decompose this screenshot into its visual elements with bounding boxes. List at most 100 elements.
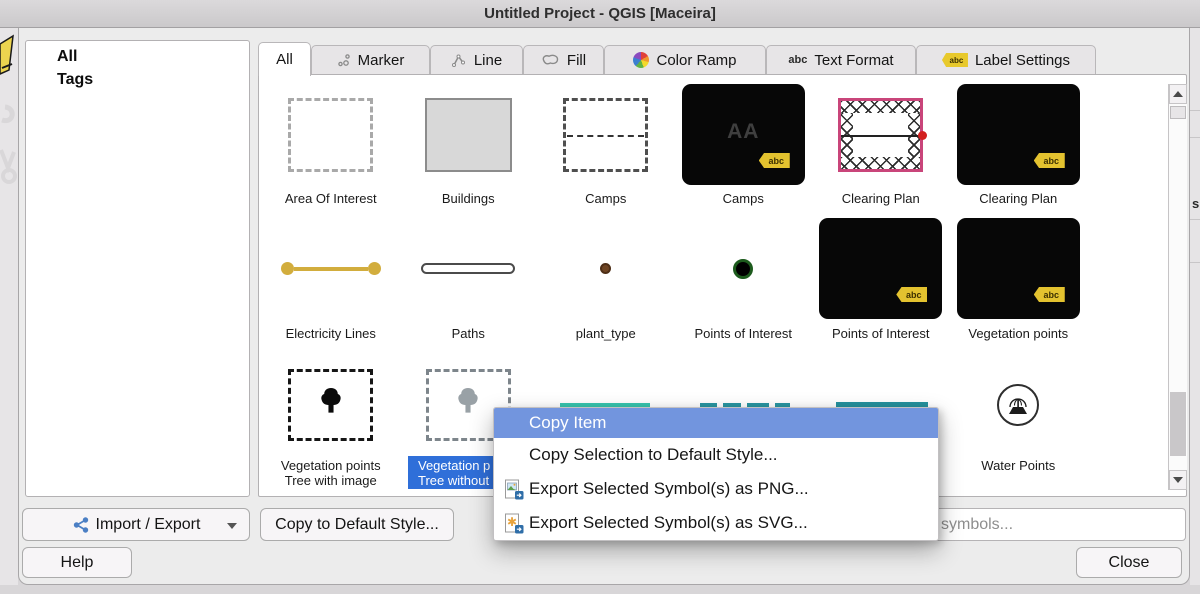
- symbol-label: Clearing Plan: [842, 191, 920, 206]
- symbol-item-vegetation-points-label[interactable]: abc Vegetation points: [950, 217, 1088, 341]
- fountain-icon: [1003, 390, 1033, 420]
- line-vertices-icon: [451, 53, 467, 68]
- symbol-item-plant-type[interactable]: plant_type: [537, 217, 675, 341]
- dropdown-arrow-icon: [227, 523, 237, 529]
- scroll-down-button[interactable]: [1169, 470, 1187, 490]
- tab-label: Color Ramp: [656, 52, 736, 69]
- label-preview-text: AA: [682, 120, 805, 144]
- scroll-up-button[interactable]: [1169, 84, 1187, 104]
- symbol-item-water-points[interactable]: Water Points: [950, 358, 1088, 488]
- tab-label-settings[interactable]: abc Label Settings: [916, 45, 1096, 75]
- menu-item-copy-item[interactable]: Copy Item: [494, 408, 938, 438]
- symbol-item-vegetation-tree-with-image[interactable]: Vegetation points Tree with image: [262, 358, 400, 488]
- menu-item-export-svg[interactable]: ✱ Export Selected Symbol(s) as SVG...: [494, 506, 938, 540]
- symbol-item-points-of-interest-label[interactable]: abc Points of Interest: [812, 217, 950, 341]
- down-arrow-icon: [1173, 477, 1183, 483]
- tab-label: All: [276, 51, 293, 68]
- abc-tag-badge: abc: [896, 287, 927, 302]
- menu-item-label: Copy Item: [529, 413, 606, 433]
- symbol-label: Paths: [452, 326, 485, 341]
- label-preview-symbol: abc: [957, 218, 1080, 319]
- symbol-label: Vegetation points Tree with image: [281, 458, 381, 488]
- symbol-label: Water Points: [981, 458, 1055, 473]
- qgis-style-manager-screen: Untitled Project - QGIS [Maceira] s All …: [0, 0, 1200, 594]
- tags-panel[interactable]: All Tags: [25, 40, 250, 497]
- color-wheel-icon: [633, 52, 649, 68]
- window-titlebar: Untitled Project - QGIS [Maceira]: [0, 0, 1200, 28]
- label-preview-symbol: abc: [819, 218, 942, 319]
- menu-item-label: Export Selected Symbol(s) as SVG...: [529, 513, 808, 533]
- abc-tag-badge: abc: [1034, 153, 1065, 168]
- symbol-label: Vegetation points: [968, 326, 1068, 341]
- red-dot: [918, 131, 927, 140]
- close-button[interactable]: Close: [1076, 547, 1182, 578]
- background-app-strip-right: s: [1190, 28, 1200, 585]
- symbol-item-paths[interactable]: Paths: [400, 217, 538, 341]
- svg-export-icon: ✱: [502, 513, 524, 534]
- button-label: Help: [61, 554, 94, 572]
- png-export-icon: [502, 479, 524, 500]
- tab-label: Fill: [567, 52, 586, 69]
- scrollbar-thumb[interactable]: [1170, 106, 1186, 119]
- label-preview-symbol: abc: [957, 84, 1080, 185]
- symbol-label: Area Of Interest: [285, 191, 377, 206]
- import-export-button[interactable]: Import / Export: [22, 508, 250, 541]
- symbol-label: Clearing Plan: [979, 191, 1057, 206]
- tag-item-tags[interactable]: Tags: [26, 67, 249, 90]
- symbol-context-menu: Copy Item Copy Selection to Default Styl…: [493, 407, 939, 541]
- up-arrow-icon: [1173, 91, 1183, 97]
- disabled-tool-icon: [0, 94, 18, 128]
- tab-label: Label Settings: [975, 52, 1070, 69]
- tree-icon: [451, 385, 485, 425]
- tab-line[interactable]: Line: [430, 45, 523, 75]
- symbol-item-points-of-interest[interactable]: Points of Interest: [675, 217, 813, 341]
- menu-item-label: Export Selected Symbol(s) as PNG...: [529, 479, 809, 499]
- symbol-item-camps[interactable]: Camps: [537, 84, 675, 206]
- symbol-label: Points of Interest: [694, 326, 792, 341]
- hatched-fill-symbol: [838, 98, 923, 172]
- symbol-item-clearing-plan[interactable]: Clearing Plan: [812, 84, 950, 206]
- abc-tag-badge: abc: [759, 153, 790, 168]
- dashed-square-symbol: [288, 98, 373, 172]
- menu-item-copy-selection-to-default-style[interactable]: Copy Selection to Default Style...: [494, 438, 938, 472]
- label-preview-symbol: AA abc: [682, 84, 805, 185]
- tab-all[interactable]: All: [258, 42, 311, 76]
- tab-text-format[interactable]: abc Text Format: [766, 45, 916, 75]
- abc-text-icon: abc: [788, 54, 807, 66]
- marker-symbol: [600, 263, 611, 274]
- symbol-label: plant_type: [576, 326, 636, 341]
- symbol-item-electricity-lines[interactable]: Electricity Lines: [262, 217, 400, 341]
- fountain-symbol: [997, 384, 1039, 426]
- symbol-grid-row: Area Of Interest Buildings Camps AA abc …: [262, 84, 1087, 206]
- help-button[interactable]: Help: [22, 547, 132, 578]
- symbol-item-camps-label[interactable]: AA abc Camps: [675, 84, 813, 206]
- share-icon: [72, 516, 90, 534]
- abc-tag-icon: abc: [942, 53, 968, 67]
- symbol-list-scrollbar[interactable]: [1168, 84, 1187, 490]
- dashed-square-symbol: [563, 98, 648, 172]
- tab-fill[interactable]: Fill: [523, 45, 604, 75]
- tab-label: Marker: [358, 52, 405, 69]
- tab-color-ramp[interactable]: Color Ramp: [604, 45, 766, 75]
- background-partial-text: s: [1192, 196, 1199, 211]
- symbol-label: Buildings: [442, 191, 495, 206]
- menu-item-export-png[interactable]: Export Selected Symbol(s) as PNG...: [494, 472, 938, 506]
- fill-polygon-icon: [541, 53, 560, 67]
- tag-item-all[interactable]: All: [26, 41, 249, 67]
- scrollbar-thumb-lower[interactable]: [1170, 392, 1186, 456]
- tab-marker[interactable]: Marker: [311, 45, 430, 75]
- symbol-item-buildings[interactable]: Buildings: [400, 84, 538, 206]
- copy-to-default-style-button[interactable]: Copy to Default Style...: [260, 508, 454, 541]
- capsule-line-symbol: [421, 263, 515, 274]
- yellow-tool-icon: [0, 34, 18, 78]
- marker-symbol: [733, 259, 753, 279]
- button-label: Copy to Default Style...: [275, 516, 439, 534]
- symbol-label: Camps: [723, 191, 764, 206]
- tree-symbol: [288, 369, 373, 441]
- symbol-item-area-of-interest[interactable]: Area Of Interest: [262, 84, 400, 206]
- marker-dots-icon: [337, 53, 351, 67]
- window-title: Untitled Project - QGIS [Maceira]: [484, 5, 716, 22]
- tree-icon: [314, 385, 348, 425]
- symbol-item-clearing-plan-label[interactable]: abc Clearing Plan: [950, 84, 1088, 206]
- button-label: Import / Export: [96, 516, 201, 534]
